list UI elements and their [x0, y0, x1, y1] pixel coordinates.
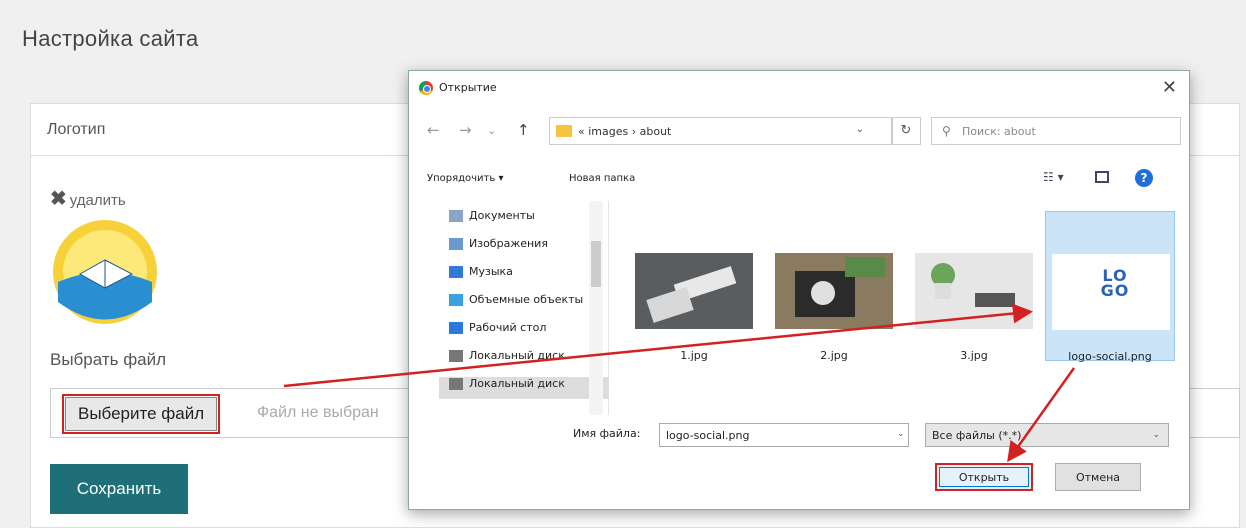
file-status: Файл не выбран	[257, 404, 379, 421]
address-bar[interactable]: « images › about ⌄	[549, 117, 893, 145]
file-name: 3.jpg	[960, 349, 988, 362]
close-icon: ✖	[50, 188, 67, 210]
search-input[interactable]: ⚲ Поиск: about	[931, 117, 1181, 145]
delete-link[interactable]: ✖ удалить	[50, 186, 126, 211]
current-logo-image	[53, 220, 157, 324]
open-button[interactable]: Открыть	[935, 463, 1033, 491]
page: Настройка сайта Логотип ✖ удалить Выбрать…	[0, 0, 1246, 528]
organize-menu[interactable]: Упорядочить ▾	[427, 173, 503, 184]
up-arrow-icon[interactable]: ↑	[517, 121, 530, 139]
logo-thumbnail-text: LO GO	[1100, 266, 1130, 300]
chevron-down-icon[interactable]: ⌄	[897, 429, 905, 439]
sidebar-item-label: Документы	[469, 209, 535, 222]
sidebar-item-label: Локальный диск	[469, 377, 565, 390]
forward-arrow-icon[interactable]: →	[459, 121, 472, 139]
pictures-icon	[449, 238, 463, 250]
sidebar-item-label: Объемные объекты	[469, 293, 584, 306]
preview-pane-icon[interactable]	[1095, 171, 1109, 183]
sidebar-item[interactable]: Локальный диск	[449, 349, 609, 371]
sidebar-item[interactable]: Документы	[449, 209, 609, 231]
sidebar-item-label: Изображения	[469, 237, 548, 250]
file-item[interactable]: 2.jpg	[769, 211, 899, 362]
filename-label: Имя файла:	[573, 427, 641, 440]
chevron-down-icon: ⌄	[1152, 430, 1160, 440]
dialog-toolbar: Упорядочить ▾ Новая папка ☷ ▾ ?	[419, 165, 1181, 193]
file-name: 2.jpg	[820, 349, 848, 362]
sidebar-item[interactable]: Музыка	[449, 265, 609, 287]
refresh-button[interactable]: ↻	[891, 117, 921, 145]
file-type-select[interactable]: Все файлы (*.*) ⌄	[925, 423, 1169, 447]
file-item-selected[interactable]: LO GO logo-social.png	[1045, 211, 1175, 363]
drive-icon	[449, 378, 463, 390]
scrollbar-thumb[interactable]	[591, 241, 601, 287]
help-icon[interactable]: ?	[1135, 169, 1153, 187]
file-list: 1.jpg 2.jpg 3.jpg LO GO logo-social.png	[609, 201, 1181, 415]
file-thumbnail: LO GO	[1052, 254, 1170, 330]
recent-dropdown-icon[interactable]: ⌄	[487, 124, 496, 137]
drive-icon	[449, 350, 463, 362]
view-options-icon[interactable]: ☷ ▾	[1043, 170, 1064, 184]
sidebar-item-label: Рабочий стол	[469, 321, 547, 334]
back-arrow-icon[interactable]: ←	[427, 121, 440, 139]
chevron-down-icon[interactable]: ⌄	[856, 124, 864, 135]
folder-icon	[556, 125, 572, 137]
sidebar-item-label: Музыка	[469, 265, 513, 278]
dialog-close-button[interactable]: ✕	[1162, 77, 1177, 98]
card-title: Логотип	[47, 121, 106, 138]
file-thumbnail	[775, 253, 893, 329]
delete-label: удалить	[69, 192, 126, 209]
chrome-icon	[419, 81, 433, 95]
cancel-button[interactable]: Отмена	[1055, 463, 1141, 491]
file-thumbnail	[915, 253, 1033, 329]
music-icon	[449, 266, 463, 278]
open-file-dialog: Открытие ✕ ← → ⌄ ↑ « images › about ⌄ ↻ …	[408, 70, 1190, 510]
address-path: « images › about	[578, 125, 672, 138]
sidebar-scrollbar[interactable]	[589, 201, 603, 415]
sidebar-item[interactable]: Рабочий стол	[449, 321, 609, 343]
sidebar-item[interactable]: Объемные объекты	[449, 293, 609, 315]
file-item[interactable]: 1.jpg	[629, 211, 759, 362]
navigation-bar: ← → ⌄ ↑ « images › about ⌄ ↻ ⚲ Поиск: ab…	[419, 115, 1181, 147]
file-name: 1.jpg	[680, 349, 708, 362]
search-placeholder: Поиск: about	[962, 125, 1036, 138]
file-type-value: Все файлы (*.*)	[932, 429, 1022, 442]
page-title: Настройка сайта	[22, 26, 199, 51]
filename-input[interactable]: logo-social.png	[659, 423, 909, 447]
refresh-icon: ↻	[900, 123, 912, 138]
desktop-icon	[449, 322, 463, 334]
dialog-title: Открытие	[419, 81, 497, 95]
new-folder-button[interactable]: Новая папка	[569, 173, 635, 184]
file-thumbnail	[635, 253, 753, 329]
file-name: logo-social.png	[1068, 350, 1152, 363]
documents-icon	[449, 210, 463, 222]
navigation-pane: Документы Изображения Музыка Объемные объек…	[431, 201, 609, 415]
sidebar-item[interactable]: Изображения	[449, 237, 609, 259]
dialog-title-text: Открытие	[439, 81, 497, 94]
sidebar-item-label: Локальный диск	[469, 349, 565, 362]
choose-file-button[interactable]: Выберите файл	[61, 394, 221, 434]
3d-objects-icon	[449, 294, 463, 306]
search-icon: ⚲	[942, 124, 951, 138]
file-item[interactable]: 3.jpg	[909, 211, 1039, 362]
save-button[interactable]: Сохранить	[50, 464, 188, 514]
choose-file-label: Выбрать файл	[50, 350, 167, 369]
sidebar-item[interactable]: Локальный диск	[439, 377, 609, 399]
